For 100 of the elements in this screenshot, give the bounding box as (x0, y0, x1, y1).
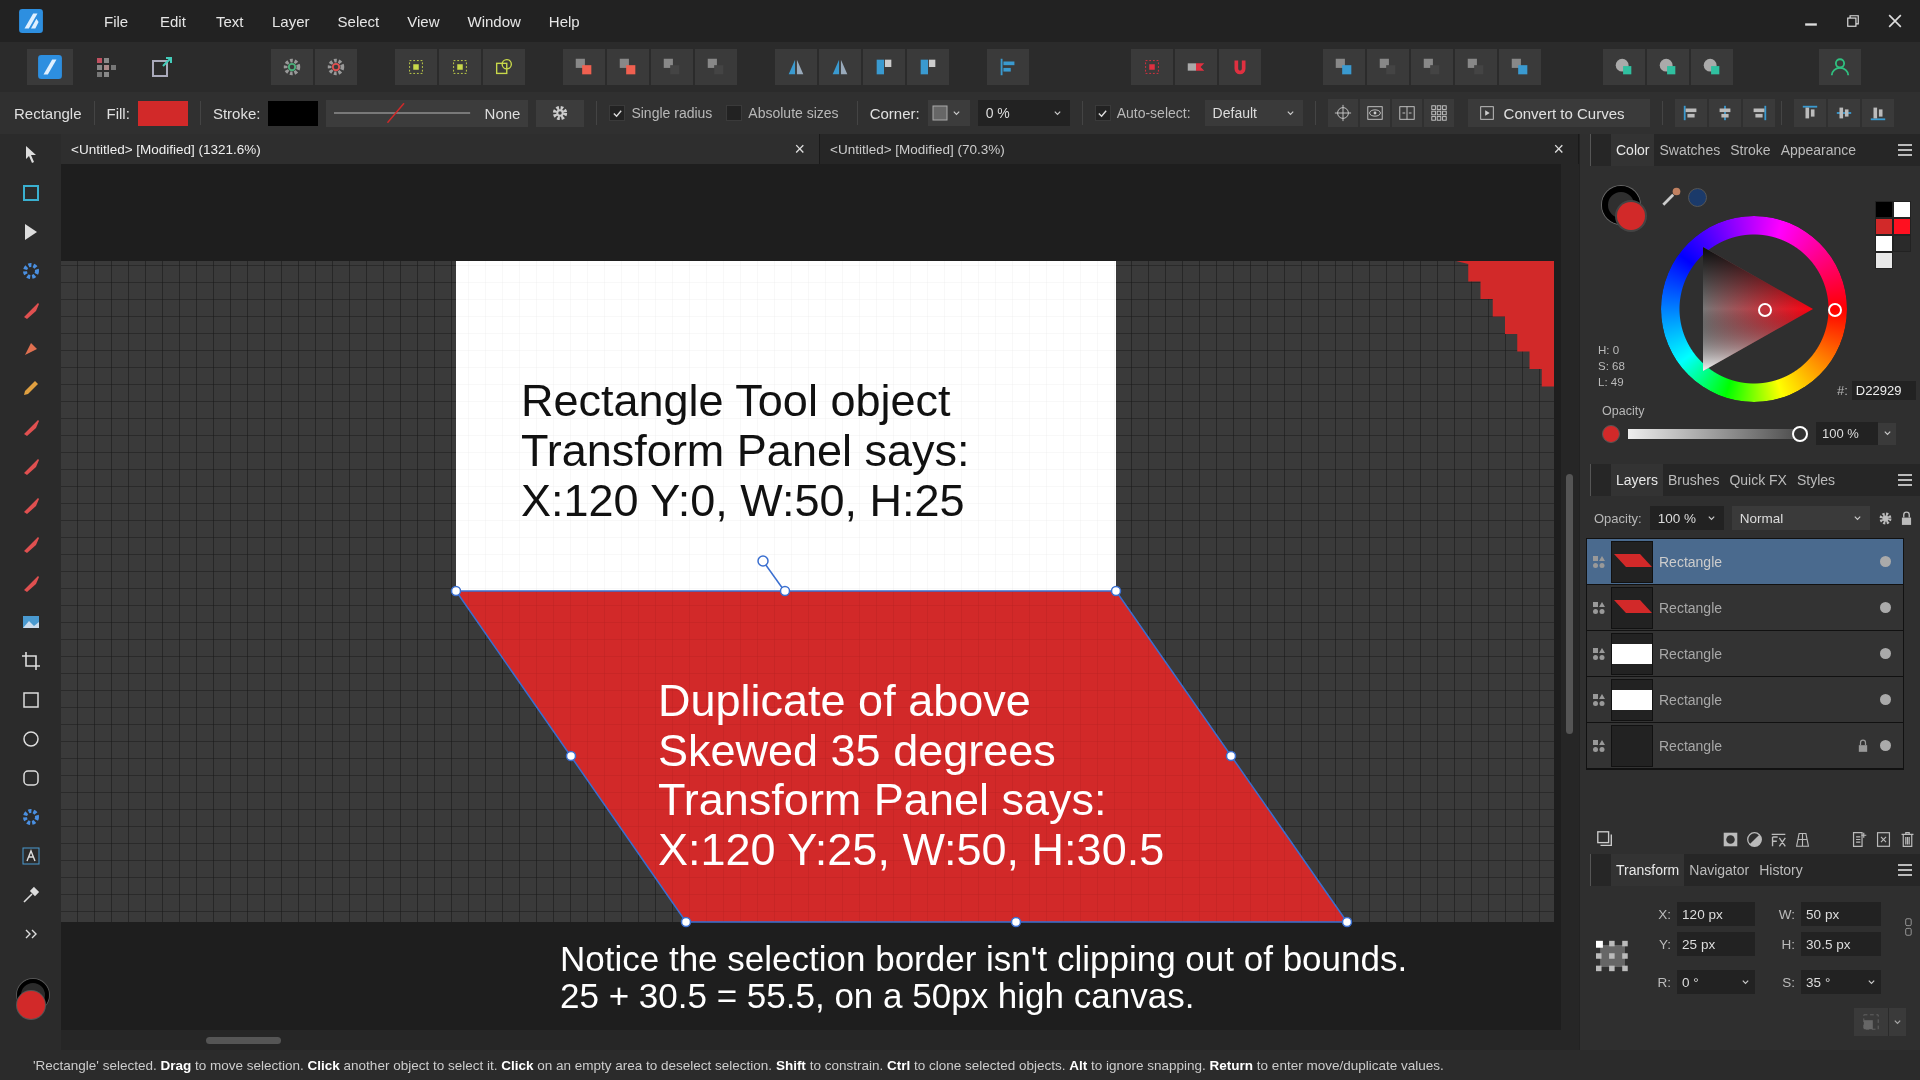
toolbar-button[interactable] (1793, 99, 1826, 127)
toolbar-button[interactable] (1819, 49, 1861, 85)
selection-handle[interactable] (565, 750, 577, 762)
layer-row[interactable]: Rectangle (1587, 723, 1903, 769)
toolbar-button[interactable] (607, 49, 649, 85)
lock-icon[interactable] (1900, 510, 1912, 526)
menu-icon[interactable] (1898, 474, 1912, 486)
toolbar-button[interactable] (1742, 99, 1775, 127)
toolbar-button[interactable] (439, 49, 481, 85)
toolbar-button[interactable] (1861, 99, 1894, 127)
toolbar-button[interactable] (1499, 49, 1541, 85)
visibility-toggle[interactable] (1880, 556, 1891, 567)
settings-button[interactable] (536, 99, 585, 127)
input-field[interactable]: 30.5 px (1801, 932, 1882, 956)
menu-item[interactable]: Help (534, 12, 594, 30)
toolbar-button[interactable] (819, 49, 861, 85)
shapes-icon[interactable] (1593, 601, 1605, 614)
selection-handle[interactable] (1110, 585, 1122, 597)
restore-icon[interactable] (1846, 14, 1860, 28)
visibility-toggle[interactable] (1880, 740, 1891, 751)
shapes-icon[interactable] (1593, 739, 1605, 752)
toolbar-button[interactable] (483, 49, 525, 85)
gear-icon[interactable] (20, 261, 41, 281)
menu-item[interactable]: Edit (146, 12, 202, 30)
dropdown-field[interactable]: 35 ° (1801, 970, 1882, 994)
toolbar-button[interactable] (863, 49, 905, 85)
toolbar-button[interactable] (1391, 99, 1422, 127)
panel-tab[interactable]: Brushes (1663, 464, 1725, 496)
rectangle-shape[interactable] (456, 261, 1116, 591)
panel-tab[interactable]: Navigator (1684, 854, 1755, 886)
menu-item[interactable]: Layer (258, 12, 324, 30)
shapes-icon[interactable] (1593, 693, 1605, 706)
panel-tab[interactable]: Color (1611, 134, 1655, 166)
add-page-icon[interactable] (1851, 830, 1868, 848)
artboard-icon[interactable] (20, 183, 41, 203)
toolbar-button[interactable] (1455, 49, 1497, 85)
stroke-style-dropdown[interactable]: None (326, 99, 529, 127)
recent-color-swatch[interactable] (1875, 235, 1893, 252)
layer-row[interactable]: Rectangle (1587, 677, 1903, 723)
rectangle-icon[interactable] (20, 690, 41, 710)
selection-handle[interactable] (450, 585, 462, 597)
dropdown-field[interactable]: 0 ° (1677, 970, 1756, 994)
menu-item[interactable]: Window (453, 12, 535, 30)
toolbar-button[interactable] (1423, 99, 1454, 127)
blend-mode-dropdown[interactable]: Normal (1731, 506, 1870, 530)
toolbar-button[interactable] (1603, 49, 1645, 85)
close-icon[interactable] (1888, 14, 1902, 28)
canvas-note[interactable]: Notice the selection border isn't clipping out of bounds. 25 + 30.5 = 55.5, on a 50px high canvas. (560, 939, 1408, 1015)
trash-icon[interactable] (1899, 830, 1916, 848)
panel-tab[interactable]: Appearance (1775, 134, 1862, 166)
layer-row[interactable]: Rectangle (1587, 539, 1903, 585)
text-icon[interactable] (20, 846, 41, 866)
settings-icon[interactable] (1877, 510, 1893, 526)
recent-color-swatch[interactable] (1893, 218, 1911, 235)
toolbar-button[interactable] (987, 49, 1029, 85)
color-selector-handle[interactable] (1757, 302, 1773, 318)
toolbar-button[interactable] (907, 49, 949, 85)
mask-icon[interactable] (1722, 830, 1739, 848)
selection-handle[interactable] (680, 916, 692, 928)
toolbar-button[interactable] (1708, 99, 1741, 127)
checkbox[interactable] (726, 105, 743, 121)
layer-row[interactable]: Rectangle (1587, 585, 1903, 631)
crop-icon[interactable] (20, 651, 41, 671)
document-tab[interactable]: <Untitled> [Modified] (1321.6%) × (61, 134, 820, 164)
panel-tab[interactable]: History (1754, 854, 1808, 886)
menu-icon[interactable] (1898, 864, 1912, 876)
corner-type-dropdown[interactable] (927, 100, 970, 126)
convert-to-curves-button[interactable]: Convert to Curves (1467, 99, 1650, 127)
panel-tab[interactable]: Transform (1611, 854, 1685, 886)
toolbar-button[interactable] (1411, 49, 1453, 85)
rounded-rectangle-icon[interactable] (20, 768, 41, 788)
input-field[interactable]: 25 px (1677, 932, 1756, 956)
selection-handle[interactable] (779, 585, 791, 597)
fill-swatch[interactable] (137, 100, 188, 126)
toolbar-button[interactable] (775, 49, 817, 85)
hue-selector-handle[interactable] (1827, 302, 1843, 318)
group-icon[interactable] (1875, 830, 1892, 848)
opacity-slider[interactable] (1628, 425, 1808, 442)
hex-field[interactable]: D22929 (1851, 381, 1916, 400)
menu-item[interactable]: Text (202, 12, 258, 30)
toolbar-button[interactable] (563, 49, 605, 85)
panel-tab[interactable]: Stroke (1725, 134, 1776, 166)
input-field[interactable]: 120 px (1677, 902, 1756, 926)
layer-row[interactable]: Rectangle (1587, 631, 1903, 677)
ellipse-icon[interactable] (20, 729, 41, 749)
lock-icon[interactable] (1858, 738, 1868, 753)
visibility-toggle[interactable] (1880, 648, 1891, 659)
panel-tab[interactable]: Swatches (1654, 134, 1726, 166)
recent-color-swatch[interactable] (1875, 252, 1893, 269)
toolbar-button[interactable] (651, 49, 693, 85)
designer-persona-button[interactable] (27, 49, 73, 85)
opacity-field[interactable]: 100 % (1816, 422, 1878, 445)
menu-item[interactable]: Select (323, 12, 394, 30)
visibility-toggle[interactable] (1880, 602, 1891, 613)
panel-tab[interactable]: Styles (1791, 464, 1841, 496)
recent-color-swatch[interactable] (1875, 201, 1893, 218)
menu-icon[interactable] (1898, 144, 1912, 156)
toolbar-button[interactable] (1691, 49, 1733, 85)
eyedropper-icon[interactable] (1660, 186, 1682, 208)
toolbar-button[interactable] (1359, 99, 1390, 127)
